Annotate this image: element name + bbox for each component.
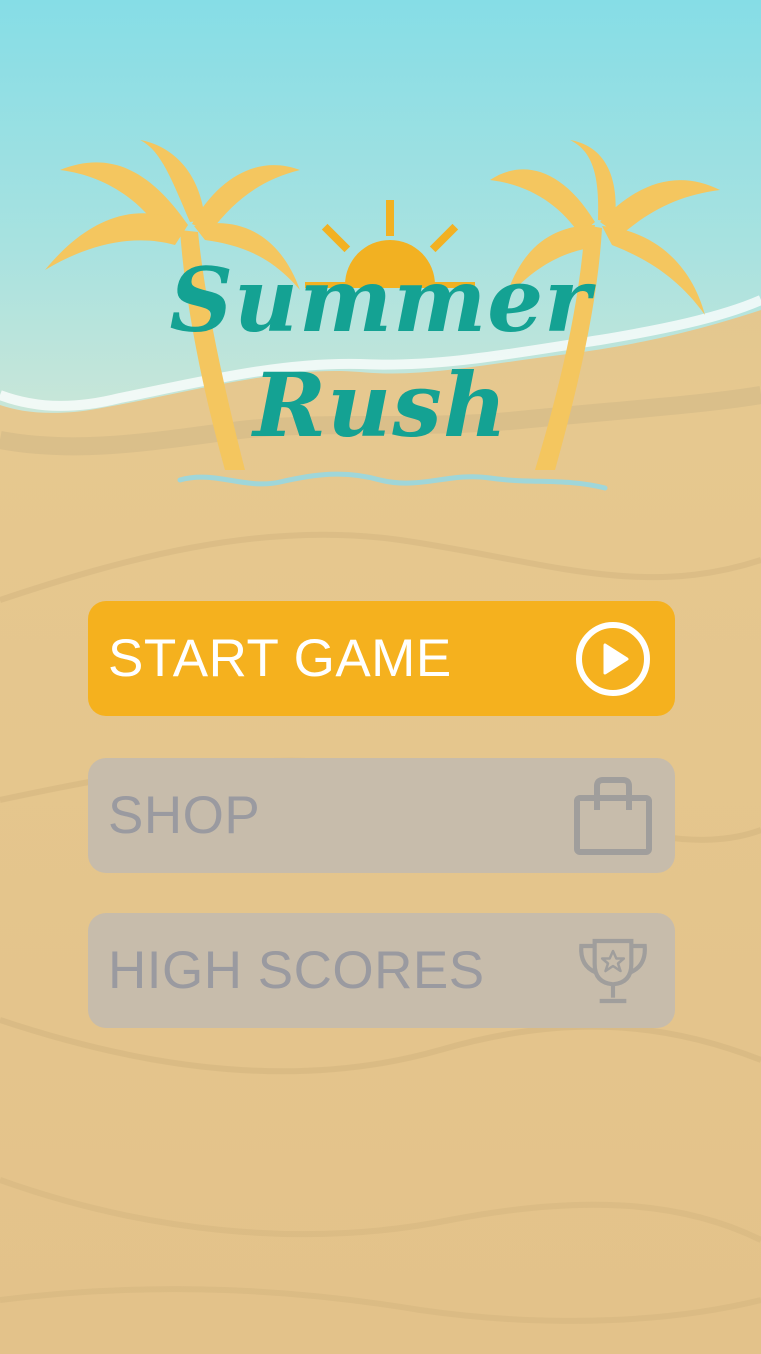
game-title-line-1: Summer xyxy=(169,248,592,352)
high-scores-button[interactable]: HIGH SCORES xyxy=(88,913,675,1028)
play-circle-icon xyxy=(573,619,653,699)
wave-icon xyxy=(177,471,608,491)
high-scores-label: HIGH SCORES xyxy=(108,941,485,1000)
shop-label: SHOP xyxy=(108,786,261,845)
shop-button[interactable]: SHOP xyxy=(88,758,675,873)
trophy-icon xyxy=(573,931,653,1011)
start-game-label: START GAME xyxy=(108,629,452,688)
start-game-button[interactable]: START GAME xyxy=(88,601,675,716)
game-title-line-2: Rush xyxy=(253,353,508,457)
shopping-bag-icon xyxy=(573,776,653,856)
